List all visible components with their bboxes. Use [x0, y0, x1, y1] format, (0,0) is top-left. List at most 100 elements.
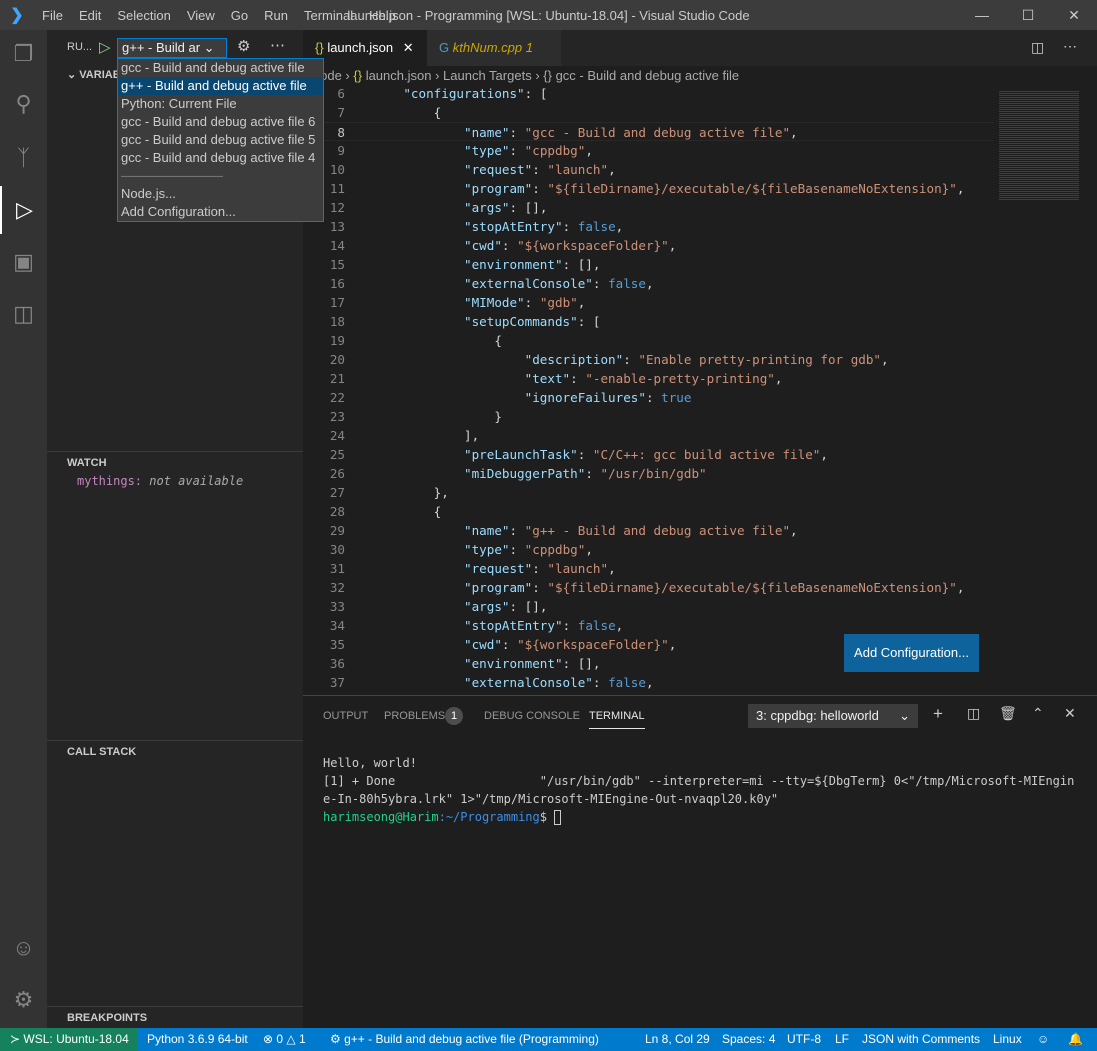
- code-token: "stopAtEntry": [373, 219, 563, 234]
- tab-problems[interactable]: PROBLEMS: [384, 710, 445, 722]
- code-editor[interactable]: 6 "configurations": [7 {8 "name": "gcc -…: [303, 84, 993, 695]
- breadcrumb-launch-targets[interactable]: Launch Targets: [443, 68, 532, 83]
- code-token: "cppdbg": [524, 143, 586, 158]
- split-editor-icon[interactable]: ◫: [1031, 39, 1044, 56]
- line-ending[interactable]: LF: [835, 1028, 849, 1051]
- account-icon[interactable]: ☺: [0, 924, 47, 972]
- minimize-button[interactable]: —: [959, 0, 1005, 30]
- dropdown-option[interactable]: gcc - Build and debug active file 6: [118, 113, 323, 131]
- dropdown-option-selected[interactable]: g++ - Build and debug active file: [118, 77, 323, 95]
- open-launch-json-gear-icon[interactable]: ⚙: [237, 37, 250, 55]
- explorer-icon[interactable]: ❐: [0, 30, 47, 78]
- menu-view[interactable]: View: [179, 8, 223, 23]
- breakpoints-section-header[interactable]: BREAKPOINTS: [47, 1006, 303, 1028]
- code-token: :: [585, 466, 601, 481]
- code-line: 31 "request": "launch",: [303, 559, 993, 578]
- line-number: 20: [329, 352, 345, 367]
- terminal-select[interactable]: 3: cppdbg: helloworld ⌄: [748, 704, 918, 728]
- code-token: :: [509, 523, 525, 538]
- code-token: ,: [615, 219, 624, 234]
- python-interpreter[interactable]: Python 3.6.9 64-bit: [147, 1028, 248, 1051]
- line-number: 17: [329, 295, 345, 310]
- dropdown-option[interactable]: gcc - Build and debug active file: [118, 59, 323, 77]
- encoding[interactable]: UTF-8: [787, 1028, 821, 1051]
- close-panel-icon[interactable]: ✕: [1064, 705, 1076, 722]
- start-debugging-play-icon[interactable]: ▷: [99, 38, 111, 56]
- dropdown-option[interactable]: gcc - Build and debug active file 5: [118, 131, 323, 149]
- close-tab-icon[interactable]: ✕: [403, 40, 414, 55]
- manage-gear-icon[interactable]: ⚙: [0, 976, 47, 1024]
- new-terminal-plus-icon[interactable]: +: [933, 704, 943, 724]
- breadcrumb-config[interactable]: gcc - Build and debug active file: [556, 68, 740, 83]
- line-number: 16: [329, 276, 345, 291]
- remote-indicator[interactable]: ≻ WSL: Ubuntu-18.04: [0, 1028, 137, 1051]
- source-control-icon[interactable]: ᛉ: [0, 134, 47, 182]
- menu-file[interactable]: File: [34, 8, 71, 23]
- notifications-bell-icon[interactable]: 🔔: [1068, 1028, 1083, 1051]
- code-token: :: [577, 447, 593, 462]
- code-text: "text": "-enable-pretty-printing",: [373, 369, 783, 388]
- menu-run[interactable]: Run: [256, 8, 296, 23]
- code-token: ,: [615, 618, 624, 633]
- dropdown-option[interactable]: Add Configuration...: [118, 203, 323, 221]
- menu-go[interactable]: Go: [223, 8, 256, 23]
- menu-selection[interactable]: Selection: [109, 8, 178, 23]
- call-stack-section-header[interactable]: CALL STACK: [47, 740, 303, 762]
- extensions-icon[interactable]: ◫: [0, 290, 47, 338]
- menu-help[interactable]: Help: [361, 8, 404, 23]
- indentation[interactable]: Spaces: 4: [722, 1028, 775, 1051]
- code-token: : [: [524, 86, 548, 101]
- search-icon[interactable]: ⚲: [0, 80, 47, 128]
- code-text: "preLaunchTask": "C/C++: gcc build activ…: [373, 445, 828, 464]
- more-actions-icon[interactable]: ⋯: [1063, 38, 1077, 55]
- minimap[interactable]: [993, 86, 1097, 695]
- code-token: "program": [373, 580, 533, 595]
- code-text: "configurations": [: [373, 84, 547, 103]
- code-text: "cwd": "${workspaceFolder}",: [373, 236, 676, 255]
- maximize-panel-chevron-up-icon[interactable]: ⌃: [1032, 705, 1044, 722]
- watch-section-header[interactable]: WATCH: [47, 451, 303, 473]
- tab-debug-console[interactable]: DEBUG CONSOLE: [484, 710, 580, 722]
- remote-explorer-icon[interactable]: ▣: [0, 238, 47, 286]
- tab-output[interactable]: OUTPUT: [323, 710, 368, 722]
- menu-edit[interactable]: Edit: [71, 8, 109, 23]
- terminal-output[interactable]: Hello, world! [1] + Done "/usr/bin/gdb" -…: [323, 754, 1074, 826]
- code-token: : [],: [509, 599, 548, 614]
- tab-kthnum-cpp[interactable]: G kthNum.cpp 1: [427, 30, 561, 66]
- dropdown-option[interactable]: Python: Current File: [118, 95, 323, 113]
- code-token: "${workspaceFolder}": [517, 238, 669, 253]
- line-number: 14: [329, 238, 345, 253]
- feedback-icon[interactable]: ☺: [1037, 1028, 1049, 1051]
- code-token: {: [373, 105, 442, 120]
- breadcrumb-file[interactable]: launch.json: [366, 68, 432, 83]
- code-token: "environment": [373, 656, 563, 671]
- debug-config-status[interactable]: ⚙ g++ - Build and debug active file (Pro…: [330, 1028, 599, 1051]
- run-debug-icon[interactable]: ▷: [0, 186, 47, 234]
- language-mode[interactable]: JSON with Comments: [862, 1028, 980, 1051]
- watch-expression: mythings:: [77, 474, 143, 488]
- run-view-title: RU...: [67, 41, 93, 53]
- more-actions-icon[interactable]: ⋯: [270, 36, 285, 54]
- watch-item[interactable]: mythings: not available: [77, 474, 243, 488]
- add-configuration-button[interactable]: Add Configuration...: [844, 634, 979, 672]
- code-text: "externalConsole": false,: [373, 274, 654, 293]
- code-line: 11 "program": "${fileDirname}/executable…: [303, 179, 993, 198]
- code-text: "request": "launch",: [373, 160, 616, 179]
- code-text: "environment": [],: [373, 255, 601, 274]
- code-token: ,: [645, 675, 654, 690]
- kill-terminal-trash-icon[interactable]: 🗑: [999, 705, 1017, 722]
- line-number: 22: [329, 390, 345, 405]
- terminal-select-value: 3: cppdbg: helloworld: [756, 708, 879, 723]
- problems-status[interactable]: ⊗ 0 △ 1: [263, 1028, 306, 1051]
- menu-terminal[interactable]: Terminal: [296, 8, 361, 23]
- cursor-position[interactable]: Ln 8, Col 29: [645, 1028, 710, 1051]
- split-terminal-icon[interactable]: ◫: [967, 705, 980, 722]
- maximize-button[interactable]: ☐: [1005, 0, 1051, 30]
- dropdown-option[interactable]: Node.js...: [118, 185, 323, 203]
- code-token: {: [373, 333, 502, 348]
- close-window-button[interactable]: ✕: [1051, 0, 1097, 30]
- dropdown-option[interactable]: gcc - Build and debug active file 4: [118, 149, 323, 167]
- tab-terminal[interactable]: TERMINAL: [589, 710, 645, 729]
- os-indicator[interactable]: Linux: [993, 1028, 1022, 1051]
- debug-config-select[interactable]: g++ - Build ar ⌄: [117, 38, 227, 58]
